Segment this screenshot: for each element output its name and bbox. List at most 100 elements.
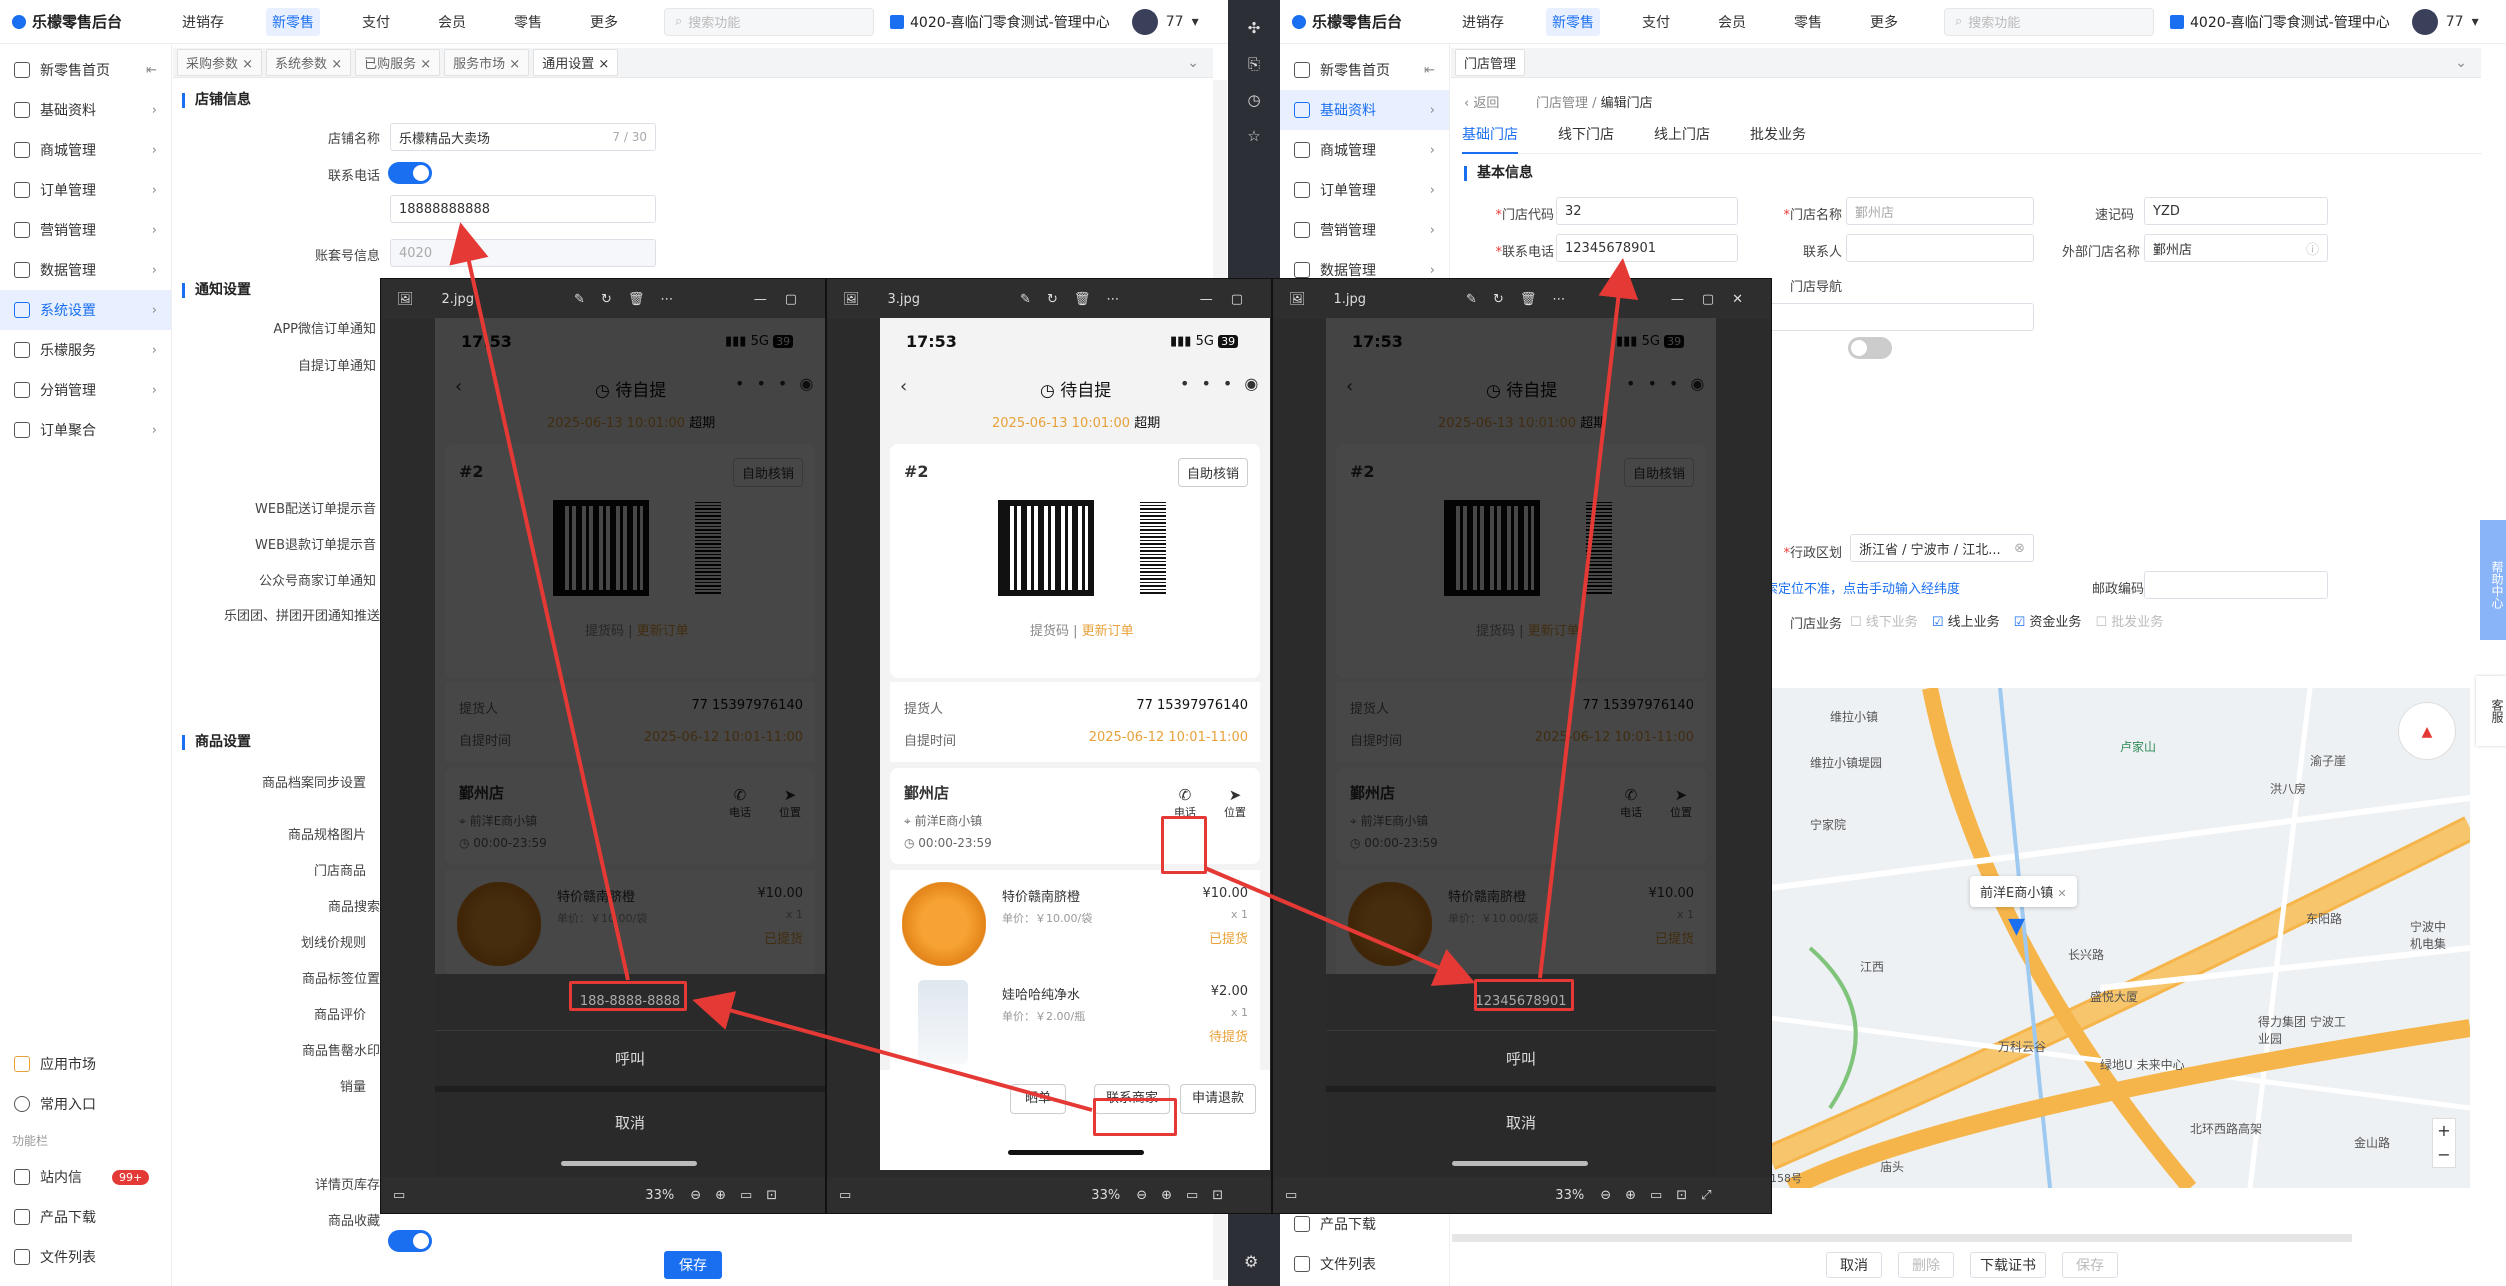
compass-icon[interactable]: ▲ [2398,702,2456,760]
clear-icon[interactable]: ⊗ [2014,541,2025,556]
nav-item-more[interactable]: 更多 [1864,8,1904,36]
ext-name-input[interactable]: 鄞州店 ⓘ [2144,234,2328,262]
nav-item[interactable]: 零售 [1788,8,1828,36]
nav-item[interactable]: 会员 [1712,8,1752,36]
postal-input[interactable] [2144,571,2328,599]
viewer-toolbar[interactable]: ✎↻🗑⋯ [1466,292,1581,307]
store-selector[interactable]: 4020-喜临门零食测试-管理中心 [2170,12,2390,32]
sidebar-item-home[interactable]: 新零售首页 ⇤ [1280,50,1449,90]
biz-option-fund[interactable]: ☑ 资金业务 [2014,611,2082,630]
miniprogram-capsule[interactable]: •••◉ [1180,374,1270,393]
store-name-input[interactable]: 鄞州店 [1846,197,2034,225]
tab-system-params[interactable]: 系统参数 × [266,49,352,76]
shortcode-input[interactable]: YZD [2144,197,2328,225]
map-pin-popup[interactable]: 前洋E商小镇 ✕ [1970,876,2077,907]
viewer-toolbar[interactable]: ✎↻🗑⋯ [574,292,689,307]
biz-option-wholesale[interactable]: ☐ 批发业务 [2095,611,2163,630]
search-input[interactable]: ⌕ 搜索功能 [1944,7,2154,36]
sidebar-item-mall[interactable]: 商城管理 › [1280,130,1449,170]
customer-service-tab[interactable]: 客服 [2476,676,2506,746]
sidebar-item-marketing[interactable]: 营销管理 › [1280,210,1449,250]
store-nav-toggle[interactable] [1848,337,1892,359]
sidebar-item-basic[interactable]: 基础资料 › [1280,90,1449,130]
subtab-offline[interactable]: 线下门店 [1558,124,1614,153]
cancel-button[interactable]: 取消 [1826,1252,1882,1278]
viewer-toolbar[interactable]: ✎↻🗑⋯ [1020,292,1135,307]
address-input[interactable] [1770,303,2034,331]
sidebar-item-files[interactable]: 文件列表 [1280,1244,1450,1284]
left-save-button[interactable]: 保存 [664,1251,722,1279]
sidebar-item-orders[interactable]: 订单管理 › [1280,170,1449,210]
call-button[interactable]: 呼叫 [435,1030,825,1086]
tab-purchased-service[interactable]: 已购服务 × [355,49,441,76]
contact-input[interactable] [1846,234,2034,262]
store-selector[interactable]: 4020-喜临门零食测试-管理中心 [890,12,1110,32]
store-code-input[interactable]: 32 [1556,197,1738,225]
cancel-button[interactable]: 取消 [1326,1086,1716,1148]
contact-phone-toggle[interactable] [388,162,432,184]
sidebar-item-home[interactable]: 新零售首页 ⇤ [0,50,171,90]
nav-item[interactable]: 进销存 [1456,8,1510,36]
store-name-input[interactable]: 乐檬精品大卖场 7 / 30 [390,123,656,151]
save-button[interactable]: 保存 [2062,1252,2118,1278]
sidebar-item-inbox[interactable]: 站内信 99+ [0,1157,172,1197]
subtab-online[interactable]: 线上门店 [1654,124,1710,153]
download-cert-button[interactable]: 下载证书 [1970,1252,2046,1278]
close-icon[interactable]: ✕ [2057,887,2066,900]
help-center-tab[interactable]: 帮助中心 [2480,520,2506,640]
sidebar-item-aggregate[interactable]: 订单聚合 › [0,410,171,450]
share-order-button[interactable]: 晒单 [1010,1084,1066,1114]
phone-input[interactable]: 12345678901 [1556,234,1738,262]
collapse-icon[interactable]: ⇤ [146,63,157,78]
sidebar-item-service[interactable]: 乐檬服务 › [0,330,171,370]
biz-option-offline[interactable]: ☐ 线下业务 [1850,611,1918,630]
goods-favorite-toggle[interactable] [388,1230,432,1252]
viewer-window-controls[interactable]: —▢ [754,292,815,307]
sidebar-item-basic[interactable]: 基础资料 › [0,90,171,130]
divider-gear-icon[interactable]: ⚙ [1244,1252,1258,1271]
sidebar-item-marketing[interactable]: 营销管理 › [0,210,171,250]
back-link[interactable]: ‹ 返回 [1464,92,1499,111]
nav-item[interactable]: 零售 [508,8,548,36]
sidebar-item-favorites[interactable]: 常用入口 [0,1084,172,1124]
sidebar-item-distribution[interactable]: 分销管理 › [0,370,171,410]
zoom-controls[interactable]: ⊖⊕▭⊡ [1136,1188,1237,1203]
nav-item-active[interactable]: 新零售 [266,7,320,36]
delete-button[interactable]: 删除 [1898,1252,1954,1278]
nav-item[interactable]: 支付 [356,8,396,36]
contact-phone-input[interactable]: 18888888888 [390,195,656,223]
sidebar-item-settings[interactable]: 系统设置 › [0,290,171,330]
collapse-icon[interactable]: ⇤ [1424,63,1435,78]
locate-tip-link[interactable]: 搜索定位不准，点击手动输入经纬度 [1752,578,1960,597]
cancel-button[interactable]: 取消 [435,1086,825,1148]
call-shop-button[interactable]: ✆电话 [1170,786,1200,820]
refund-button[interactable]: 申请退款 [1180,1084,1256,1114]
right-scroll-track[interactable] [1452,1234,2352,1242]
tab-store-management[interactable]: 门店管理 [1455,49,1526,76]
app-logo[interactable]: 乐檬零售后台 [1280,11,1450,32]
self-verify-button[interactable]: 自助核销 [1177,458,1248,487]
locate-shop-button[interactable]: ➤位置 [1220,786,1250,820]
call-button[interactable]: 呼叫 [1326,1030,1716,1086]
nav-item[interactable]: 进销存 [176,8,230,36]
nav-item-active[interactable]: 新零售 [1546,7,1600,36]
zoom-controls[interactable]: + − [2432,1118,2456,1168]
nav-item-more[interactable]: 更多 [584,8,624,36]
user-menu[interactable]: 77 ▾ [1131,8,1199,35]
viewer-panel-icon[interactable]: ▭ [393,1188,405,1203]
tabs-dropdown-icon[interactable]: ⌄ [1187,55,1199,71]
sidebar-item-files[interactable]: 文件列表 [0,1237,172,1277]
back-icon[interactable]: ‹ [900,376,907,397]
sidebar-item-app-market[interactable]: 应用市场 [0,1044,172,1084]
tabs-dropdown-icon[interactable]: ⌄ [2455,55,2467,71]
sidebar-item-download[interactable]: 产品下载 [0,1197,172,1237]
subtab-basic[interactable]: 基础门店 [1462,124,1518,154]
subtab-wholesale[interactable]: 批发业务 [1750,124,1806,153]
sidebar-item-data[interactable]: 数据管理 › [0,250,171,290]
tab-purchase-params[interactable]: 采购参数 × [177,49,263,76]
viewer-panel-icon[interactable]: ▭ [839,1188,851,1203]
tab-general-settings[interactable]: 通用设置 × [533,49,619,76]
zoom-controls[interactable]: ⊖⊕▭⊡⤢ [1600,1188,1725,1203]
viewer-window-controls[interactable]: —▢ [1200,292,1261,307]
region-select[interactable]: 浙江省 / 宁波市 / 江北... ⊗ [1850,534,2034,562]
